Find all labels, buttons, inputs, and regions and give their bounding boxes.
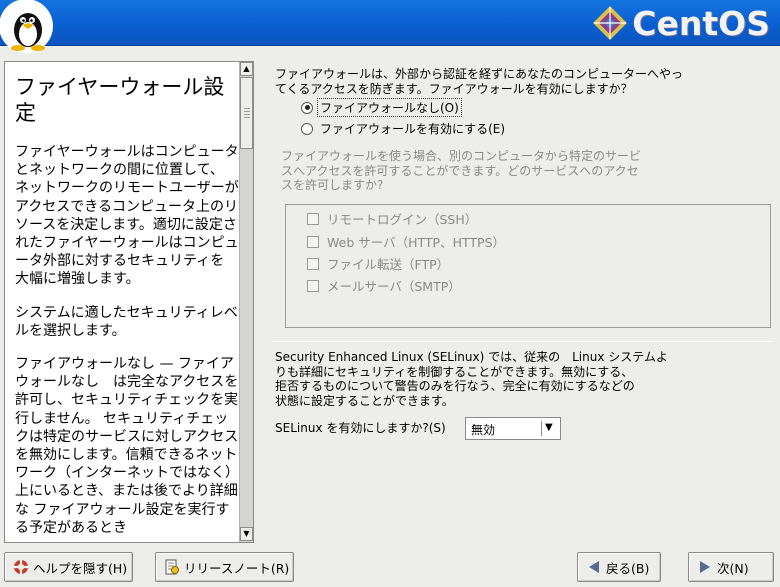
radio-enable-firewall-label[interactable]: ファイアウォールを有効にする(E)	[317, 120, 505, 137]
radio-checked-icon[interactable]	[301, 101, 313, 114]
brand-name: CentOS	[632, 3, 770, 43]
section-divider	[272, 341, 772, 342]
radio-no-firewall[interactable]: ファイアウォールなし(O)	[301, 98, 462, 117]
help-panel: ファイヤーウォール設定 ファイヤーウォールはコンピュータとネットワークの間に位置…	[4, 61, 254, 543]
service-ftp[interactable]: ファイル転送（FTP）	[307, 254, 449, 273]
centos-logo: CentOS	[592, 3, 770, 43]
radio-unchecked-icon[interactable]	[301, 122, 313, 135]
selinux-select[interactable]: 無効 ▼	[465, 417, 561, 440]
checkbox-icon[interactable]	[307, 212, 319, 225]
help-content: ファイヤーウォール設定 ファイヤーウォールはコンピュータとネットワークの間に位置…	[5, 62, 241, 542]
help-title: ファイヤーウォール設定	[15, 75, 225, 125]
selinux-select-value[interactable]: 無効	[471, 421, 495, 438]
selinux-description: Security Enhanced Linux (SELinux) では、従来の…	[275, 350, 668, 408]
next-arrow-icon	[696, 558, 714, 576]
service-smtp[interactable]: メールサーバ（SMTP）	[307, 276, 461, 295]
checkbox-icon[interactable]	[307, 257, 319, 270]
service-http[interactable]: Web サーバ（HTTP、HTTPS）	[307, 232, 505, 251]
header-bar: CentOS	[0, 0, 780, 53]
help-paragraph: ファイヤーウォールはコンピュータとネットワークの間に位置して、 ネットワークのリ…	[15, 144, 239, 288]
services-list: リモートログイン（SSH） Web サーバ（HTTP、HTTPS） ファイル転送…	[285, 204, 771, 328]
services-description: ファイアウォールを使う場合、別のコンピュータから特定のサービ スへアクセスを許可…	[281, 149, 642, 192]
checkbox-icon[interactable]	[307, 235, 319, 248]
radio-enable-firewall[interactable]: ファイアウォールを有効にする(E)	[301, 120, 505, 137]
next-button[interactable]: 次(N)	[688, 552, 774, 582]
scroll-up-button[interactable]: ▲	[240, 62, 253, 76]
checkbox-icon[interactable]	[307, 279, 319, 292]
service-ssh[interactable]: リモートログイン（SSH）	[307, 209, 477, 228]
scroll-down-button[interactable]: ▼	[240, 527, 253, 541]
help-paragraph: システムに適したセキュリティレベルを選択します。	[15, 304, 238, 339]
scroll-thumb[interactable]	[240, 77, 253, 149]
hide-help-button[interactable]: ヘルプを隠す(H)	[4, 552, 133, 582]
document-icon	[163, 558, 181, 576]
selinux-prompt: SELinux を有効にしますか?(S)	[275, 421, 446, 435]
back-button[interactable]: 戻る(B)	[577, 552, 661, 582]
chevron-down-icon[interactable]: ▼	[545, 422, 553, 433]
firewall-intro: ファイアウォールは、外部から認証を経ずにあなたのコンピューターへやっ てくるアク…	[275, 67, 684, 96]
help-paragraph: ファイアウォールなし — ファイアウォールなし は完全なアクセスを許可し、セキュ…	[15, 356, 239, 536]
release-notes-button[interactable]: リリースノート(R)	[155, 552, 294, 582]
back-arrow-icon	[585, 558, 603, 576]
centos-logo-icon	[593, 6, 628, 40]
help-scrollbar[interactable]: ▲ ▼	[239, 62, 253, 542]
radio-no-firewall-label[interactable]: ファイアウォールなし(O)	[317, 98, 462, 117]
lifebuoy-icon	[12, 558, 30, 576]
tux-penguin-icon	[0, 0, 53, 53]
